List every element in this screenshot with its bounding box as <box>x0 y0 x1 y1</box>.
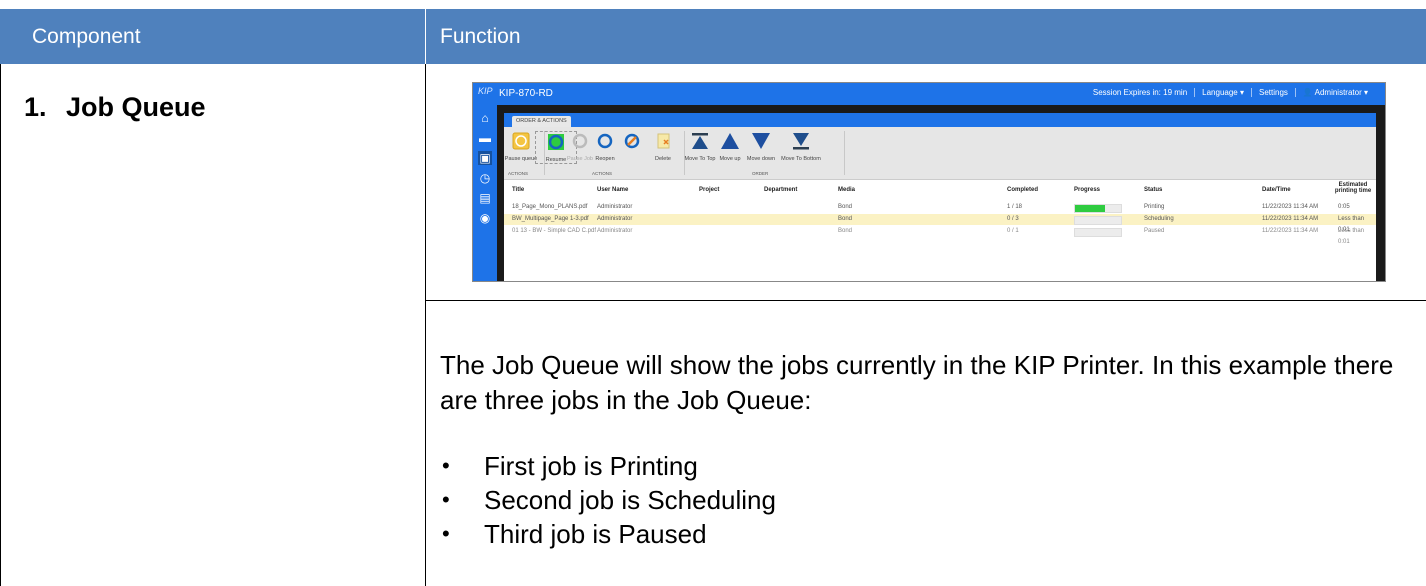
job-queue-screenshot: KIP KIP-870-RD Session Expires in: 19 mi… <box>472 82 1386 282</box>
move-down-button[interactable]: Move down <box>741 131 781 162</box>
progress-bar <box>1074 204 1122 213</box>
col-department[interactable]: Department <box>764 187 797 193</box>
app-topbar: KIP KIP-870-RD Session Expires in: 19 mi… <box>473 83 1385 105</box>
cell-user: Administrator <box>597 228 633 234</box>
component-title: 1. Job Queue <box>24 92 206 123</box>
cell-status: Paused <box>1144 228 1165 234</box>
table-row[interactable]: BW_Multipage_Page 1-3.pdf Administrator … <box>504 214 1376 233</box>
reopen-label: Reopen <box>595 156 615 162</box>
delete-label: Delete <box>655 156 671 162</box>
queue-panel: ORDER & ACTIONS Pause queue ACTIONS Resu… <box>504 113 1376 281</box>
progress-bar <box>1074 228 1122 237</box>
move-to-bottom-icon <box>793 133 809 150</box>
cell-status: Printing <box>1144 204 1165 210</box>
table-row[interactable]: 01 13 - BW - Simple CAD C.pdf Administra… <box>504 226 1376 245</box>
list-item: • Second job is Scheduling <box>440 483 776 517</box>
header-divider <box>425 9 426 64</box>
action-ribbon: Pause queue ACTIONS Resume Pause Job Reo… <box>504 127 1376 180</box>
function-row-divider <box>425 300 1426 301</box>
cell-datetime: 11/22/2023 11:34 AM <box>1262 204 1319 210</box>
list-item-text: First job is Printing <box>484 451 698 481</box>
cell-title: 01 13 - BW - Simple CAD C.pdf <box>512 228 597 234</box>
home-icon[interactable]: ⌂ <box>478 111 492 125</box>
move-to-bottom-button[interactable]: Move To Bottom <box>781 131 821 162</box>
group-label-actions-2: ACTIONS <box>592 171 613 176</box>
bullet-icon: • <box>442 521 450 546</box>
move-to-top-icon <box>692 133 708 149</box>
bullet-icon: • <box>442 453 450 478</box>
table-header-row: Component Function <box>0 9 1426 64</box>
clock-icon[interactable]: ◷ <box>478 171 492 185</box>
cell-datetime: 11/22/2023 11:34 AM <box>1262 228 1319 234</box>
list-item: • First job is Printing <box>440 449 776 483</box>
cell-est: 0:05 <box>1338 204 1350 210</box>
move-to-bottom-label: Move To Bottom <box>781 156 821 162</box>
move-up-icon <box>721 133 739 149</box>
progress-fill <box>1075 205 1105 212</box>
printer-icon[interactable]: ▬ <box>478 131 492 145</box>
table-row[interactable]: 18_Page_Mono_PLANS.pdf Administrator Bon… <box>504 202 1376 213</box>
component-name: Job Queue <box>66 92 206 122</box>
cell-title: 18_Page_Mono_PLANS.pdf <box>512 204 588 210</box>
topbar-right: Session Expires in: 19 min Language ▾ Se… <box>1086 88 1375 97</box>
settings-link[interactable]: Settings <box>1250 88 1295 97</box>
progress-bar <box>1074 216 1122 225</box>
delete-button[interactable]: Delete <box>643 131 683 162</box>
queue-icon[interactable]: ▣ <box>478 151 492 165</box>
globe-icon[interactable]: ◉ <box>478 211 492 225</box>
printer-settings-icon[interactable]: ▤ <box>478 191 492 205</box>
component-table: Component Function 1. Job Queue KIP KIP-8… <box>0 0 1426 586</box>
cell-user: Administrator <box>597 204 633 210</box>
cell-media: Bond <box>838 204 853 210</box>
cell-completed: 1 / 18 <box>1007 204 1023 210</box>
group-label-actions-1: ACTIONS <box>508 171 529 176</box>
pause-queue-icon <box>512 132 530 150</box>
header-component: Component <box>32 25 141 48</box>
cell-completed: 0 / 3 <box>1007 216 1019 222</box>
move-down-label: Move down <box>746 156 776 162</box>
component-number: 1. <box>24 92 47 122</box>
group-label-order: ORDER <box>752 171 769 176</box>
tab-strip: ORDER & ACTIONS <box>504 113 1376 127</box>
header-function: Function <box>440 25 521 48</box>
left-nav: ⌂ ▬ ▣ ◷ ▤ ◉ <box>473 105 497 281</box>
col-project[interactable]: Project <box>699 187 719 193</box>
list-item-text: Third job is Paused <box>484 519 707 549</box>
cell-datetime: 11/22/2023 11:34 AM <box>1262 216 1319 222</box>
delete-icon <box>657 133 670 149</box>
col-user-name[interactable]: User Name <box>597 187 628 193</box>
list-item: • Third job is Paused <box>440 517 776 551</box>
col-media[interactable]: Media <box>838 187 855 193</box>
app-title: KIP-870-RD <box>499 88 553 99</box>
reopen-alt-icon <box>624 133 640 149</box>
left-border <box>0 64 1 586</box>
cell-completed: 0 / 1 <box>1007 228 1019 234</box>
language-menu[interactable]: Language ▾ <box>1194 88 1251 97</box>
cell-user: Administrator <box>597 216 633 222</box>
cell-media: Bond <box>838 228 853 234</box>
job-status-list: • First job is Printing • Second job is Sc… <box>440 449 776 551</box>
column-divider <box>425 64 426 586</box>
cell-status: Scheduling <box>1144 216 1174 222</box>
col-completed[interactable]: Completed <box>1007 187 1038 193</box>
ribbon-separator <box>844 131 845 175</box>
col-est-time[interactable]: Estimated printing time <box>1332 182 1374 194</box>
session-expiry: Session Expires in: 19 min <box>1092 88 1188 97</box>
function-description: The Job Queue will show the jobs current… <box>440 350 1394 415</box>
col-title[interactable]: Title <box>512 187 524 193</box>
user-menu[interactable]: 👤 Administrator ▾ <box>1294 88 1375 97</box>
col-progress[interactable]: Progress <box>1074 187 1100 193</box>
tab-order-actions[interactable]: ORDER & ACTIONS <box>512 116 571 127</box>
kip-logo: KIP <box>478 86 493 96</box>
cell-media: Bond <box>838 216 853 222</box>
cell-est: Less than 0:01 <box>1338 228 1365 245</box>
list-item-text: Second job is Scheduling <box>484 485 776 515</box>
cell-title: BW_Multipage_Page 1-3.pdf <box>512 216 589 222</box>
col-datetime[interactable]: Date/Time <box>1262 187 1291 193</box>
bullet-icon: • <box>442 487 450 512</box>
queue-table-header: Title User Name Project Department Media… <box>504 181 1376 201</box>
move-down-icon <box>752 133 770 149</box>
col-status[interactable]: Status <box>1144 187 1162 193</box>
